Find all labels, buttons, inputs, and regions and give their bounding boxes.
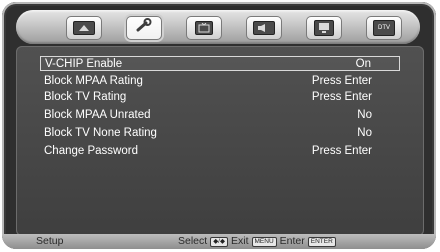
row-value: Press Enter xyxy=(311,91,372,103)
dtv-icon: DTV xyxy=(373,20,395,36)
menu-keycap: MENU xyxy=(251,236,277,247)
row-value: On xyxy=(355,58,371,70)
tv-icon xyxy=(195,21,213,35)
status-title: Setup xyxy=(36,235,64,247)
osd-menu-frame: DTV V-CHIP Enable On Block MPAA Rating P… xyxy=(2,2,436,249)
monitor-icon xyxy=(314,20,334,36)
tab-tv[interactable] xyxy=(186,16,222,40)
enter-keycap: ENTER xyxy=(307,236,336,247)
key-hints: Select ◆/◆ Exit MENU Enter ENTER xyxy=(178,234,336,249)
tab-setup[interactable] xyxy=(126,16,162,40)
row-label: Block TV None Rating xyxy=(44,127,157,139)
row-value: No xyxy=(357,109,372,121)
tab-dtv[interactable]: DTV xyxy=(366,16,402,40)
menu-row-block-mpaa-rating[interactable]: Block MPAA Rating Press Enter xyxy=(40,74,400,88)
menu-row-vchip-enable[interactable]: V-CHIP Enable On xyxy=(40,56,400,71)
select-keycap: ◆/◆ xyxy=(210,236,228,247)
tab-audio[interactable] xyxy=(246,16,282,40)
row-label: Block TV Rating xyxy=(44,91,127,103)
menu-row-block-tv-none-rating[interactable]: Block TV None Rating No xyxy=(40,126,400,140)
row-label: Block MPAA Unrated xyxy=(44,109,151,121)
audio-icon xyxy=(253,21,275,35)
tab-monitor[interactable] xyxy=(306,16,342,40)
select-hint: Select xyxy=(178,235,208,247)
row-value: No xyxy=(357,127,372,139)
dtv-label: DTV xyxy=(378,25,390,31)
exit-hint: Exit xyxy=(231,235,249,247)
row-label: V-CHIP Enable xyxy=(45,58,123,70)
category-tab-bar: DTV xyxy=(16,10,420,44)
menu-row-block-mpaa-unrated[interactable]: Block MPAA Unrated No xyxy=(40,108,400,122)
setup-wrench-icon xyxy=(134,17,154,39)
tab-picture[interactable] xyxy=(66,16,102,40)
menu-row-change-password[interactable]: Change Password Press Enter xyxy=(40,144,400,158)
status-bar: Setup Select ◆/◆ Exit MENU Enter ENTER xyxy=(2,234,436,249)
row-value: Press Enter xyxy=(311,145,372,157)
picture-icon xyxy=(73,21,95,35)
row-label: Change Password xyxy=(44,145,138,157)
row-value: Press Enter xyxy=(311,75,372,87)
menu-row-block-tv-rating[interactable]: Block TV Rating Press Enter xyxy=(40,90,400,104)
row-label: Block MPAA Rating xyxy=(44,75,143,87)
settings-panel: V-CHIP Enable On Block MPAA Rating Press… xyxy=(16,46,424,236)
enter-hint: Enter xyxy=(279,235,305,247)
